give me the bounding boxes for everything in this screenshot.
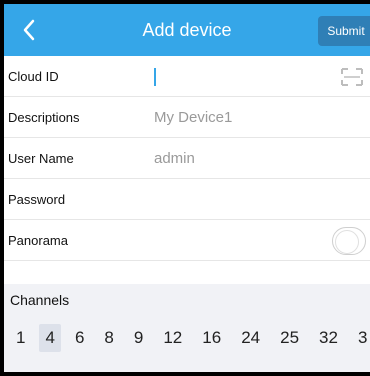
channel-option-8[interactable]: 8 (98, 324, 119, 352)
panorama-row: Panorama (4, 220, 370, 261)
cloud-id-row: Cloud ID (4, 56, 370, 97)
user-name-label: User Name (8, 151, 74, 166)
channel-option-9[interactable]: 9 (128, 324, 149, 352)
top-bar: Add device Submit (4, 4, 370, 56)
channel-option-25[interactable]: 25 (274, 324, 305, 352)
channel-option-3[interactable]: 3 (352, 324, 370, 352)
channel-option-6[interactable]: 6 (69, 324, 90, 352)
user-name-row: User Name admin (4, 138, 370, 179)
channel-option-1[interactable]: 1 (10, 324, 31, 352)
text-cursor (154, 68, 156, 86)
password-label: Password (8, 192, 66, 207)
user-name-input[interactable]: admin (154, 138, 195, 179)
channels-list: 1 4 6 8 9 12 16 24 25 32 3 (10, 324, 370, 352)
page-title: Add device (142, 19, 232, 40)
descriptions-label: Descriptions (8, 110, 80, 125)
panorama-toggle[interactable] (332, 227, 366, 255)
channels-title: Channels (10, 292, 70, 308)
cloud-id-label: Cloud ID (8, 69, 59, 84)
add-device-screen: Add device Submit Cloud ID Descriptions … (4, 4, 370, 372)
qr-scan-icon-graphic (341, 68, 363, 86)
channel-option-16[interactable]: 16 (196, 324, 227, 352)
descriptions-input[interactable]: My Device1 (154, 97, 232, 138)
password-row: Password (4, 179, 370, 220)
channel-option-24[interactable]: 24 (235, 324, 266, 352)
channel-option-12[interactable]: 12 (157, 324, 188, 352)
submit-button[interactable]: Submit (318, 16, 370, 46)
descriptions-row: Descriptions My Device1 (4, 97, 370, 138)
channel-option-32[interactable]: 32 (313, 324, 344, 352)
panorama-label: Panorama (8, 233, 68, 248)
channels-section: Channels 1 4 6 8 9 12 16 24 25 32 3 (4, 284, 370, 372)
qr-scan-icon[interactable] (338, 66, 366, 88)
channel-option-4[interactable]: 4 (39, 324, 61, 352)
